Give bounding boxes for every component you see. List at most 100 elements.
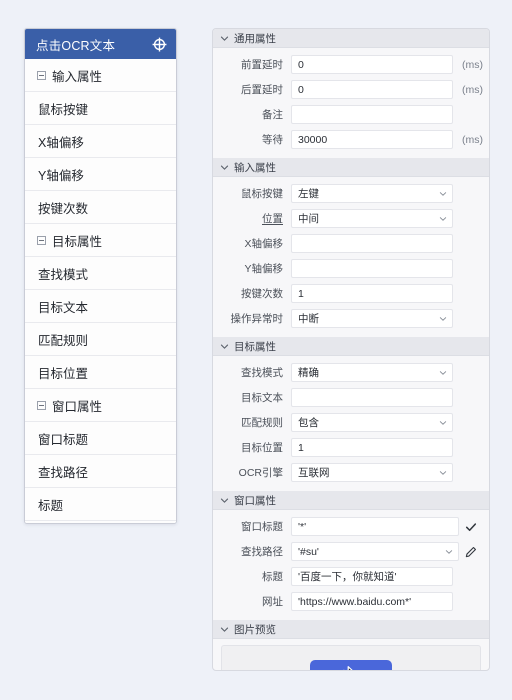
property-list-item[interactable]: 目标文本 [25,290,176,323]
property-input[interactable]: 0 [291,55,453,74]
property-value: 精确 [298,367,319,379]
property-row: X轴偏移 [213,231,489,256]
property-group-item[interactable]: 目标属性 [25,224,176,257]
property-item-label: Y轴偏移 [38,168,84,183]
property-list-item[interactable]: 查找模式 [25,257,176,290]
property-value: 0 [298,83,304,96]
property-label: 窗口标题 [241,521,283,533]
property-input[interactable]: 30000 [291,130,453,149]
preview-baidu-button[interactable]: 百度一下 [310,660,392,670]
property-label: 鼠标按键 [241,188,283,200]
pencil-icon[interactable] [465,546,477,558]
property-list-item[interactable]: Y轴偏移 [25,158,176,191]
property-list-item[interactable]: 网址 [25,521,176,523]
property-select[interactable]: 左键 [291,184,453,203]
property-select[interactable]: 中间 [291,209,453,228]
property-input[interactable]: 'https://www.baidu.com*' [291,592,453,611]
property-item-label: 查找路径 [38,465,89,480]
section-3: 窗口属性窗口标题 '*' 查找路径 '#su' 标题 '百度一下，你就知道' 网址 'http… [213,491,489,620]
property-row: 匹配规则 包含 [213,410,489,435]
property-value: 中断 [298,313,319,325]
section-header[interactable]: 窗口属性 [213,491,489,510]
property-group-item[interactable]: 窗口属性 [25,389,176,422]
property-input[interactable]: '百度一下，你就知道' [291,567,453,586]
property-row: 备注 [213,102,489,127]
section-header-image-preview[interactable]: 图片预览 [213,620,489,639]
property-label: 目标位置 [241,442,283,454]
property-label: 查找模式 [241,367,283,379]
property-row: 后置延时 0 (ms) [213,77,489,102]
property-row: 鼠标按键 左键 [213,181,489,206]
check-icon[interactable] [465,521,477,533]
property-select[interactable]: 中断 [291,309,453,328]
property-list-item[interactable]: 窗口标题 [25,422,176,455]
property-input[interactable] [291,388,453,407]
property-value: 中间 [298,213,319,225]
property-input[interactable] [291,234,453,253]
chevron-down-icon [220,498,229,503]
property-select[interactable]: 包含 [291,413,453,432]
property-label: 操作异常时 [230,313,284,325]
property-row: 按键次数 1 [213,281,489,306]
chevron-down-icon [220,344,229,349]
property-label: 位置 [262,213,283,225]
property-input[interactable]: 0 [291,80,453,99]
property-row: 目标文本 [213,385,489,410]
property-list: 输入属性鼠标按键 X轴偏移 Y轴偏移按键次数 目标属性查找模式目标文本匹配规则目标位置… [25,59,176,523]
property-select[interactable]: '#su' [291,542,459,561]
property-item-label: X轴偏移 [38,135,84,150]
section-body: 前置延时 0 (ms) 后置延时 0 (ms) 备注 等待 30000 (ms) [213,48,489,158]
property-list-item[interactable]: X轴偏移 [25,125,176,158]
property-list-item[interactable]: 鼠标按键 [25,92,176,125]
property-row: Y轴偏移 [213,256,489,281]
section-body: 鼠标按键 左键 位置 中间 X轴偏移 Y轴偏移 按键次数 1 操作异常时 中断 [213,177,489,337]
property-list-item[interactable]: 标题 [25,488,176,521]
chevron-down-icon [220,627,229,632]
section-title: 窗口属性 [234,494,276,507]
collapse-box-icon[interactable] [37,70,46,80]
crosshair-icon[interactable] [152,37,167,52]
section-header[interactable]: 通用属性 [213,29,489,48]
property-item-label: 输入属性 [52,69,103,84]
property-select[interactable]: 互联网 [291,463,453,482]
property-group-item[interactable]: 输入属性 [25,59,176,92]
property-label: 目标文本 [241,392,283,404]
app-root: 点击OCR文本 输入属性 鼠标按键 X轴偏移 Y轴偏移 按键次数 目标属性 查找模式 目标文本… [0,0,512,700]
property-item-label: 鼠标按键 [38,102,89,117]
property-input[interactable]: 1 [291,284,453,303]
property-item-label: 目标位置 [38,366,89,381]
property-item-label: 查找模式 [38,267,89,282]
collapse-box-icon[interactable] [37,235,46,245]
property-row: 位置 中间 [213,206,489,231]
section-0: 通用属性 前置延时 0 (ms) 后置延时 0 (ms) 备注 等待 30000 (ms) [213,29,489,158]
property-row: 标题 '百度一下，你就知道' [213,564,489,589]
property-input[interactable] [291,105,453,124]
chevron-down-icon [439,316,447,321]
sections-host: 通用属性 前置延时 0 (ms) 后置延时 0 (ms) 备注 等待 30000 (ms) 输入属性鼠… [213,29,489,620]
property-input[interactable] [291,259,453,278]
property-item-label: 匹配规则 [38,333,89,348]
property-list-item[interactable]: 匹配规则 [25,323,176,356]
property-row: 网址 'https://www.baidu.com*' [213,589,489,614]
section-header[interactable]: 输入属性 [213,158,489,177]
section-1: 输入属性 鼠标按键 左键 位置 中间 X轴偏移 Y轴偏移 按键次数 1 操作异常时 中断 [213,158,489,337]
property-value: 0 [298,58,304,71]
property-list-item[interactable]: 按键次数 [25,191,176,224]
panel-title: 点击OCR文本 [36,38,116,53]
property-input[interactable]: 1 [291,438,453,457]
property-label: 网址 [262,596,283,608]
row-action-button[interactable] [459,546,483,558]
property-input[interactable]: '*' [291,517,459,536]
section-title: 通用属性 [234,32,276,45]
property-select[interactable]: 精确 [291,363,453,382]
property-row: 查找路径 '#su' [213,539,489,564]
property-list-item[interactable]: 目标位置 [25,356,176,389]
chevron-down-icon [439,191,447,196]
section-header[interactable]: 目标属性 [213,337,489,356]
property-list-panel: 点击OCR文本 输入属性鼠标按键 X轴偏移 Y轴偏移按键次数 目标属性查找模式目标文本… [24,28,177,524]
collapse-box-icon[interactable] [37,400,46,410]
property-label: X轴偏移 [244,238,283,250]
property-list-item[interactable]: 查找路径 [25,455,176,488]
row-action-button[interactable] [459,521,483,533]
property-label: 等待 [262,134,283,146]
